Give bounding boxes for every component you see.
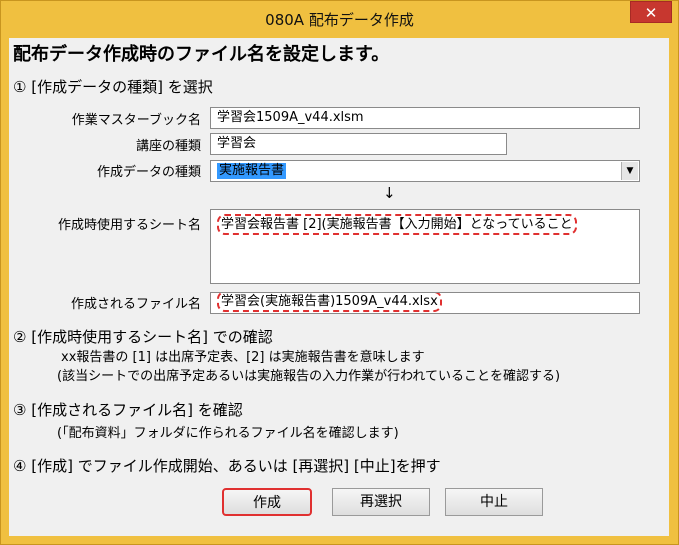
step2-line2: (該当シートでの出席予定あるいは実施報告の入力作業が行われていることを確認する) — [57, 369, 561, 384]
reselect-button[interactable]: 再選択 — [332, 488, 430, 516]
step3-line1: (「配布資料」フォルダに作られるファイル名を確認します) — [57, 426, 399, 441]
cancel-button[interactable]: 中止 — [445, 488, 543, 516]
datatype-select[interactable]: 実施報告書 ▼ — [210, 160, 640, 182]
workbook-field[interactable]: 学習会1509A_v44.xlsm — [210, 107, 640, 129]
step1-title: ① [作成データの種類] を選択 — [13, 78, 213, 96]
course-label: 講座の種類 — [135, 139, 201, 154]
workbook-label: 作業マスターブック名 — [71, 113, 201, 128]
step2-title: ② [作成時使用するシート名] での確認 — [13, 328, 273, 346]
close-button[interactable]: ✕ — [630, 1, 672, 23]
filename-highlight: 学習会(実施報告書)1509A_v44.xlsx — [217, 293, 442, 312]
page-title: 配布データ作成時のファイル名を設定します。 — [13, 44, 390, 65]
dialog-body: 配布データ作成時のファイル名を設定します。 ① [作成データの種類] を選択 作… — [9, 38, 669, 536]
datatype-selected-value: 実施報告書 — [217, 163, 287, 179]
sheet-label: 作成時使用するシート名 — [57, 218, 201, 233]
sheet-name-field[interactable]: 学習会報告書 [2](実施報告書【入力開始】となっていること — [210, 209, 640, 284]
course-field[interactable]: 学習会 — [210, 133, 507, 155]
dialog-window: 080A 配布データ作成 ✕ 配布データ作成時のファイル名を設定します。 ① [… — [0, 0, 679, 545]
step2-line1: xx報告書の [1] は出席予定表、[2] は実施報告書を意味します — [61, 350, 425, 365]
step4-title: ④ [作成] でファイル作成開始、あるいは [再選択] [中止]を押す — [13, 457, 441, 475]
filename-label: 作成されるファイル名 — [70, 297, 201, 312]
filename-field[interactable]: 学習会(実施報告書)1509A_v44.xlsx — [210, 292, 640, 314]
sheet-name-highlight: 学習会報告書 [2](実施報告書【入力開始】となっていること — [217, 214, 577, 235]
arrow-down-icon: ↓ — [383, 184, 396, 202]
title-bar: 080A 配布データ作成 ✕ — [1, 1, 678, 37]
chevron-down-icon[interactable]: ▼ — [621, 162, 638, 180]
create-button[interactable]: 作成 — [222, 488, 312, 516]
datatype-label: 作成データの種類 — [96, 165, 201, 180]
window-title: 080A 配布データ作成 — [265, 11, 414, 29]
step3-title: ③ [作成されるファイル名] を確認 — [13, 401, 243, 419]
